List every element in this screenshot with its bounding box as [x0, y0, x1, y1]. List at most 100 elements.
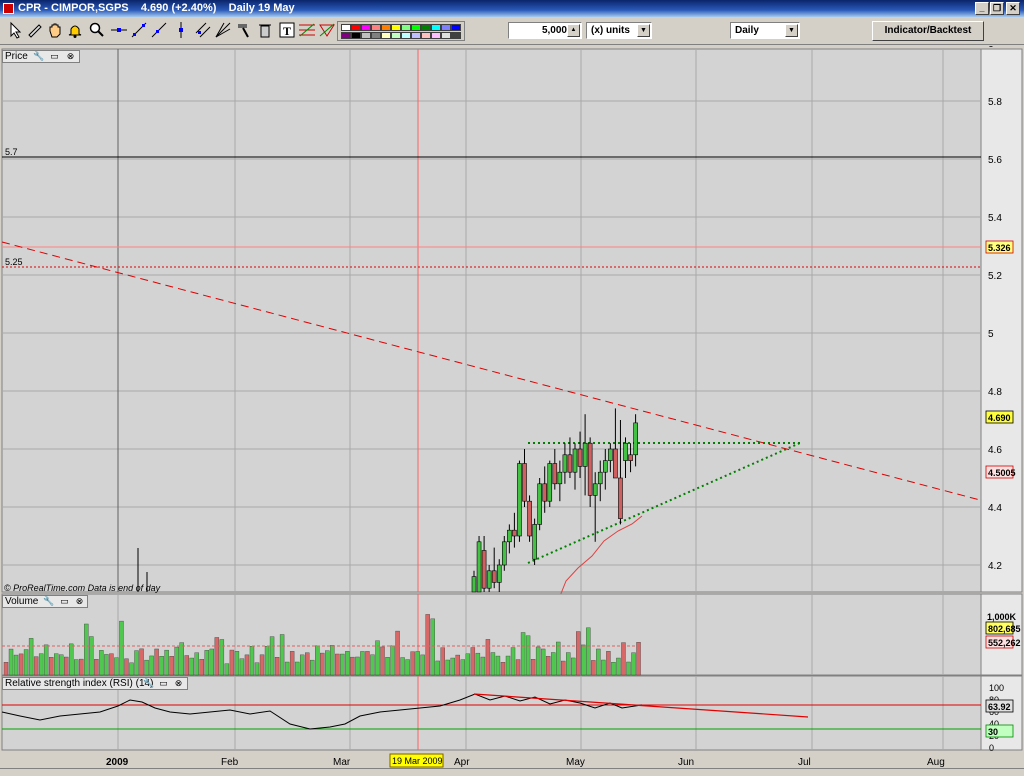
pointer-icon[interactable] [6, 21, 24, 39]
volume-bar [279, 634, 285, 676]
candle-body [547, 463, 553, 502]
trendline-icon[interactable] [130, 21, 148, 39]
volume-bar [385, 657, 390, 676]
chevron-down-icon[interactable]: ▼ [785, 24, 798, 37]
price-panel: 65.85.65.45.254.84.64.44.25.75.255.3264.… [1, 46, 1023, 639]
volume-bar [500, 662, 506, 676]
color-swatch[interactable] [371, 32, 381, 39]
candle-body [567, 454, 573, 473]
last-price-tag: 4.690 [988, 413, 1011, 423]
window-icon[interactable]: ▭ [59, 596, 70, 607]
zoom-icon[interactable] [88, 21, 106, 39]
volume-bar [405, 659, 410, 676]
color-swatch[interactable] [391, 32, 401, 39]
color-swatch[interactable] [451, 24, 461, 31]
color-swatch[interactable] [371, 24, 381, 31]
fibonacci-icon[interactable] [298, 21, 316, 39]
volume-bar [345, 651, 350, 676]
volume-bar [129, 662, 134, 676]
rsi-level-tag: 30 [988, 727, 998, 737]
volume-bar [335, 653, 340, 676]
volume-bar [259, 654, 265, 676]
volume-bar [159, 656, 164, 676]
text-tool-icon[interactable]: T [278, 21, 296, 39]
volume-bar [581, 644, 586, 676]
color-swatch[interactable] [381, 24, 391, 31]
hammer-icon[interactable] [234, 21, 252, 39]
color-swatch[interactable] [411, 24, 421, 31]
color-swatch[interactable] [361, 32, 371, 39]
window-icon[interactable]: ▭ [49, 51, 60, 62]
color-swatch[interactable] [361, 24, 371, 31]
volume-bar [59, 654, 64, 676]
color-swatch[interactable] [431, 32, 441, 39]
close-button[interactable]: ✕ [1006, 2, 1020, 15]
triangle-tool-icon[interactable] [318, 21, 336, 39]
color-swatch[interactable] [441, 24, 451, 31]
color-swatch[interactable] [351, 32, 361, 39]
close-panel-icon[interactable]: ⊗ [74, 596, 85, 607]
price-tick-label: 6 [988, 46, 994, 50]
color-swatch[interactable] [341, 32, 351, 39]
volume-bar [545, 656, 551, 676]
color-swatch[interactable] [401, 32, 411, 39]
volume-bar [601, 659, 606, 676]
ray-line-icon[interactable] [150, 21, 168, 39]
app-icon [3, 3, 14, 14]
chevron-down-icon[interactable]: ▼ [637, 24, 650, 37]
volume-bar [631, 652, 636, 676]
candle-body [527, 500, 532, 537]
volume-bar [390, 645, 395, 676]
volume-bar [320, 652, 325, 676]
fan-icon[interactable] [214, 21, 232, 39]
chart-area[interactable]: 65.85.65.45.254.84.64.44.25.75.255.3264.… [0, 46, 1024, 768]
close-panel-icon[interactable]: ⊗ [65, 51, 76, 62]
channel-icon[interactable] [194, 21, 212, 39]
color-swatch[interactable] [421, 32, 431, 39]
x-axis-bg [0, 752, 1024, 768]
volume-tick-label: 1,000K [987, 612, 1017, 622]
horizontal-line-icon[interactable] [110, 21, 128, 39]
candle-body [542, 483, 548, 502]
minimize-button[interactable]: _ [975, 2, 989, 15]
color-swatch[interactable] [381, 32, 391, 39]
color-swatch[interactable] [421, 24, 431, 31]
color-palette[interactable] [337, 21, 465, 41]
quantity-spinner-icon[interactable]: ▲ [567, 24, 580, 37]
horizontal-scrollbar[interactable] [0, 768, 1024, 776]
volume-bar [440, 647, 445, 676]
close-panel-icon[interactable]: ⊗ [173, 678, 184, 689]
indicator-backtest-button[interactable]: Indicator/Backtest [872, 21, 984, 41]
x-axis-label: Apr [454, 757, 470, 768]
color-swatch[interactable] [441, 32, 451, 39]
quantity-input[interactable]: 5,000 ▲ [508, 22, 582, 39]
color-swatch[interactable] [401, 24, 411, 31]
trash-icon[interactable] [256, 21, 274, 39]
wrench-icon[interactable]: 🔧 [33, 51, 44, 62]
color-swatch[interactable] [341, 24, 351, 31]
toolbar: T 5,000 ▲ (x) units ▼ Daily ▼ Indicator/… [0, 17, 1024, 45]
unit-select[interactable]: (x) units ▼ [586, 22, 652, 39]
color-swatch[interactable] [431, 24, 441, 31]
volume-bar [325, 650, 330, 676]
vertical-line-icon[interactable] [172, 21, 190, 39]
timeframe-select[interactable]: Daily ▼ [730, 22, 800, 39]
restore-button[interactable]: ❐ [990, 2, 1004, 15]
hand-icon[interactable] [46, 21, 64, 39]
volume-bar [214, 637, 220, 676]
volume-bar [586, 627, 591, 676]
volume-bar [365, 651, 370, 676]
ruler-icon[interactable] [26, 21, 44, 39]
color-swatch[interactable] [411, 32, 421, 39]
wrench-icon[interactable]: 🔧 [43, 596, 54, 607]
volume-bar [269, 636, 275, 676]
color-swatch[interactable] [391, 24, 401, 31]
alarm-bell-icon[interactable] [66, 21, 84, 39]
volume-bar [520, 632, 526, 676]
wrench-icon[interactable]: 🔧 [143, 678, 154, 689]
window-icon[interactable]: ▭ [158, 678, 169, 689]
color-swatch[interactable] [451, 32, 461, 39]
candle-body [577, 448, 583, 467]
color-swatch[interactable] [351, 24, 361, 31]
volume-bar [606, 651, 611, 676]
